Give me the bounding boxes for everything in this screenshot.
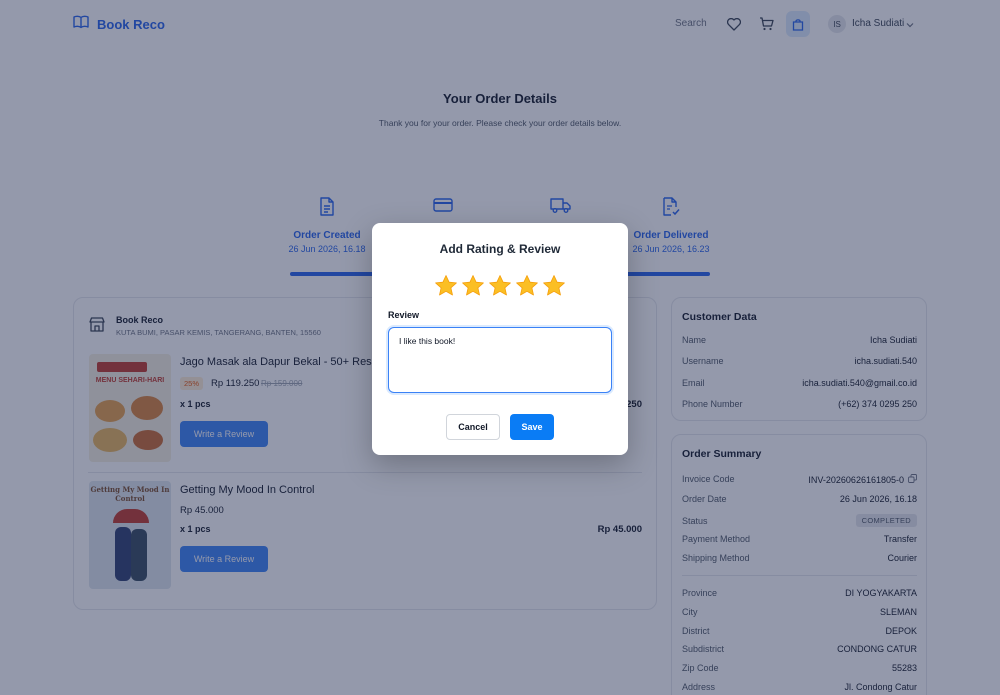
star-icon[interactable] xyxy=(461,274,485,298)
star-icon[interactable] xyxy=(434,274,458,298)
save-button[interactable]: Save xyxy=(510,414,554,440)
star-icon[interactable] xyxy=(515,274,539,298)
modal-title: Add Rating & Review xyxy=(439,242,561,256)
star-icon[interactable] xyxy=(542,274,566,298)
review-label: Review xyxy=(388,310,420,320)
star-icon[interactable] xyxy=(488,274,512,298)
rating-review-modal: Add Rating & Review Review I like this b… xyxy=(372,223,628,455)
star-rating[interactable] xyxy=(434,274,566,298)
review-textarea[interactable]: I like this book! xyxy=(388,327,612,393)
order-details-page: Book Reco Search IS Icha Sudiati Your Or… xyxy=(0,0,1000,695)
cancel-button[interactable]: Cancel xyxy=(446,414,500,440)
